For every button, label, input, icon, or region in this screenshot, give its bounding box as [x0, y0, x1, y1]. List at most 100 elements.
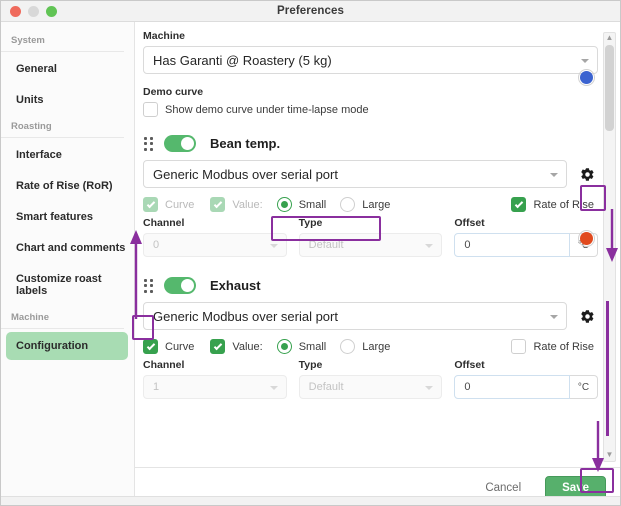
sidebar-item-interface[interactable]: Interface: [6, 141, 128, 169]
chevron-down-icon: [550, 173, 558, 177]
sidebar-group-system: System: [1, 31, 124, 52]
value-size-radio-group: Small Large: [276, 197, 391, 212]
demo-curve-checkbox-label: Show demo curve under time-lapse mode: [165, 103, 369, 116]
offset-label: Offset: [454, 359, 485, 371]
device-params-row: Channel 1 Type Default Offset 0 °C: [143, 359, 599, 399]
offset-label: Offset: [454, 217, 485, 229]
rate-of-rise-label: Rate of Rise: [533, 340, 594, 353]
channel-field: Channel 1: [143, 359, 287, 399]
machine-label: Machine: [143, 30, 186, 42]
gear-icon[interactable]: [576, 305, 598, 327]
channel-field: Channel 0: [143, 217, 287, 257]
sidebar-item-smart-features[interactable]: Smart features: [6, 203, 128, 231]
device-protocol-select[interactable]: Generic Modbus over serial port: [143, 160, 567, 188]
device-section-exhaust: Exhaust Generic Modbus over serial port: [141, 277, 620, 399]
sidebar-item-general[interactable]: General: [6, 55, 128, 83]
size-small-radio[interactable]: [276, 197, 292, 212]
chevron-down-icon: [581, 59, 589, 63]
demo-curve-label: Demo curve: [143, 86, 204, 98]
value-label: Value:: [232, 340, 263, 353]
demo-curve-checkbox[interactable]: [143, 102, 158, 117]
curve-checkbox[interactable]: [143, 197, 158, 212]
sidebar-item-customize-roast-labels[interactable]: Customize roast labels: [6, 265, 128, 305]
device-protocol-value: Generic Modbus over serial port: [153, 308, 338, 324]
type-select[interactable]: Default: [298, 233, 443, 257]
device-section-bean-temp: Bean temp. Generic Modbus over serial po…: [141, 135, 620, 257]
value-checkbox[interactable]: [210, 339, 226, 354]
channel-value: 0: [153, 239, 160, 251]
channel-label: Channel: [143, 217, 185, 229]
chevron-down-icon: [425, 244, 434, 248]
window-bottom-strip: [1, 496, 620, 505]
size-small-radio[interactable]: [276, 339, 292, 354]
size-large-label: Large: [362, 198, 391, 211]
size-large-radio[interactable]: [340, 339, 356, 354]
rate-of-rise-label: Rate of Rise: [533, 198, 594, 211]
size-small-label: Small: [298, 198, 327, 211]
demo-curve-section: Demo curve Show demo curve under time-la…: [141, 86, 620, 117]
device-name-label: Bean temp.: [210, 136, 281, 151]
size-small-label: Small: [298, 340, 327, 353]
scroll-down-icon[interactable]: ▼: [606, 450, 614, 461]
offset-input[interactable]: 0: [454, 375, 571, 399]
device-protocol-row: Generic Modbus over serial port: [143, 160, 598, 188]
scroll-up-icon[interactable]: ▲: [606, 33, 614, 44]
rate-of-rise-row: Rate of Rise: [511, 339, 594, 354]
drag-handle-icon[interactable]: [143, 278, 154, 293]
window-titlebar: Preferences: [1, 1, 620, 22]
device-color-button-exhaust[interactable]: [578, 230, 595, 247]
gear-icon[interactable]: [576, 163, 598, 185]
sidebar-item-rate-of-rise[interactable]: Rate of Rise (RoR): [6, 172, 128, 200]
rate-of-rise-checkbox[interactable]: [511, 339, 527, 354]
channel-select[interactable]: 1: [143, 375, 287, 399]
channel-label: Channel: [143, 359, 185, 371]
device-protocol-select[interactable]: Generic Modbus over serial port: [143, 302, 567, 330]
type-select[interactable]: Default: [298, 375, 443, 399]
settings-scroll-pane: Machine Has Garanti @ Roastery (5 kg) De…: [135, 22, 620, 467]
chevron-down-icon: [269, 386, 278, 390]
scrollbar-thumb[interactable]: [605, 45, 614, 131]
sidebar-group-roasting: Roasting: [1, 117, 124, 138]
device-protocol-row: Generic Modbus over serial port: [143, 302, 598, 330]
offset-unit-label: °C: [570, 375, 599, 399]
offset-input-group: 0 °C: [454, 233, 599, 257]
offset-input[interactable]: 0: [454, 233, 571, 257]
device-header-bean-temp: Bean temp.: [143, 135, 598, 152]
type-value: Default: [308, 239, 344, 251]
sidebar-item-units[interactable]: Units: [6, 86, 128, 114]
drag-handle-icon[interactable]: [143, 136, 154, 151]
value-checkbox[interactable]: [210, 197, 226, 212]
chevron-down-icon: [550, 315, 558, 319]
device-protocol-value: Generic Modbus over serial port: [153, 166, 338, 182]
offset-input-group: 0 °C: [454, 375, 599, 399]
device-color-button-bean-temp[interactable]: [578, 69, 595, 86]
window-title: Preferences: [277, 5, 344, 17]
device-display-options-row: Curve Value: Small Large Rate of Rise: [143, 197, 598, 212]
device-header-exhaust: Exhaust: [143, 277, 598, 294]
vertical-scrollbar[interactable]: ▲ ▼: [603, 32, 616, 462]
type-label: Type: [298, 217, 323, 229]
device-params-row: Channel 0 Type Default Offset 0 °C: [143, 217, 599, 257]
window-body: System General Units Roasting Interface …: [1, 22, 620, 505]
curve-label: Curve: [165, 198, 195, 211]
channel-select[interactable]: 0: [143, 233, 287, 257]
chevron-down-icon: [269, 244, 278, 248]
type-label: Type: [298, 359, 323, 371]
device-enable-toggle[interactable]: [164, 277, 196, 294]
value-label: Value:: [232, 198, 263, 211]
machine-select[interactable]: Has Garanti @ Roastery (5 kg): [143, 46, 598, 74]
device-enable-toggle[interactable]: [164, 135, 196, 152]
curve-checkbox[interactable]: [143, 339, 158, 354]
size-large-label: Large: [362, 340, 391, 353]
offset-value: 0: [464, 381, 471, 393]
demo-curve-checkbox-row[interactable]: Show demo curve under time-lapse mode: [143, 102, 598, 117]
size-large-radio[interactable]: [340, 197, 356, 212]
content-area: Machine Has Garanti @ Roastery (5 kg) De…: [135, 22, 620, 505]
offset-field: Offset 0 °C: [454, 217, 599, 257]
sidebar-item-chart-and-comments[interactable]: Chart and comments: [6, 234, 128, 262]
sidebar-item-configuration[interactable]: Configuration: [6, 332, 128, 360]
channel-value: 1: [153, 381, 160, 393]
offset-value: 0: [464, 239, 471, 251]
rate-of-rise-checkbox[interactable]: [511, 197, 527, 212]
machine-select-value: Has Garanti @ Roastery (5 kg): [153, 52, 332, 68]
